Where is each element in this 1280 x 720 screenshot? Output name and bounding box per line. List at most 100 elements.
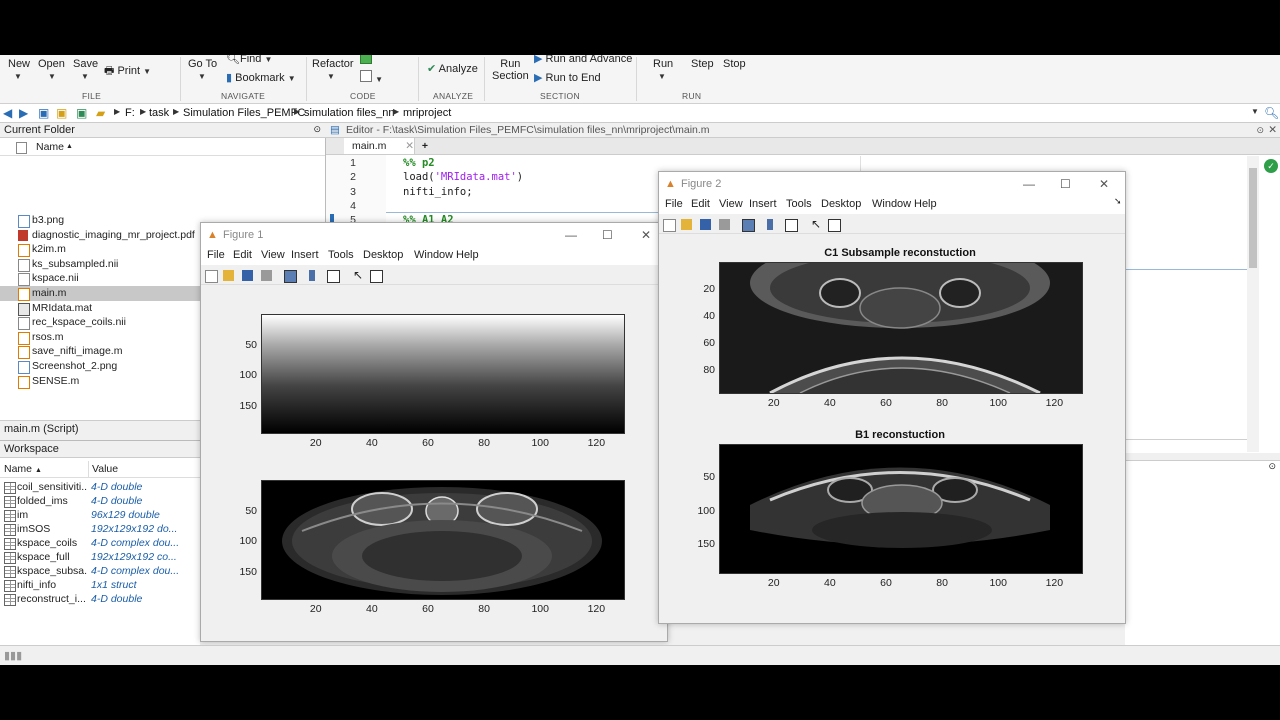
- property-editor-icon[interactable]: [370, 270, 383, 283]
- menu-help[interactable]: Help: [456, 249, 479, 261]
- print-figure-icon[interactable]: [261, 270, 272, 281]
- menu-edit[interactable]: Edit: [691, 198, 710, 210]
- file-list-item[interactable]: rsos.m: [0, 330, 200, 345]
- run-advance-button[interactable]: ▶ Run and Advance: [534, 55, 632, 65]
- print-button[interactable]: 🖶 Print ▼: [104, 62, 151, 81]
- panel-menu-icon[interactable]: ⊙: [1256, 123, 1264, 137]
- pointer-icon[interactable]: ↖: [353, 268, 363, 282]
- run-to-end-button[interactable]: ▶ Run to End: [534, 71, 601, 84]
- axes-2-image[interactable]: [261, 480, 625, 600]
- menu-window[interactable]: Window: [872, 198, 911, 210]
- workspace-variable-row[interactable]: imSOS 192x129x192 do...: [0, 522, 200, 536]
- panel-menu-icon[interactable]: ⊙: [1268, 461, 1276, 472]
- new-figure-icon[interactable]: [663, 219, 676, 232]
- stop-button[interactable]: Stop: [723, 58, 746, 70]
- workspace-variable-row[interactable]: folded_ims 4-D double: [0, 494, 200, 508]
- close-icon[interactable]: ✕: [641, 223, 651, 247]
- file-list-item[interactable]: SENSE.m: [0, 374, 200, 389]
- pointer-icon[interactable]: ↖: [811, 217, 821, 231]
- workspace-variable-row[interactable]: kspace_subsa... 4-D complex dou...: [0, 564, 200, 578]
- bookmark-button[interactable]: ▮ Bookmark ▼: [226, 71, 296, 84]
- workspace-variable-row[interactable]: coil_sensitiviti... 4-D double: [0, 480, 200, 494]
- save-figure-icon[interactable]: [700, 219, 711, 230]
- dock-arrow-icon[interactable]: ➘: [1114, 196, 1122, 207]
- code-line[interactable]: nifti_info;: [403, 186, 473, 198]
- menu-insert[interactable]: Insert: [291, 249, 319, 261]
- menu-file[interactable]: File: [665, 198, 683, 210]
- colorbar-icon[interactable]: [309, 270, 315, 281]
- close-tab-icon[interactable]: ✕: [405, 138, 414, 154]
- menu-view[interactable]: View: [719, 198, 743, 210]
- file-list-item[interactable]: kspace.nii: [0, 271, 200, 287]
- file-list-item[interactable]: diagnostic_imaging_mr_project.pdf: [0, 228, 200, 243]
- forward-arrow-icon[interactable]: ▶: [19, 106, 28, 120]
- workspace-variable-row[interactable]: nifti_info 1x1 struct: [0, 578, 200, 592]
- minimize-icon[interactable]: —: [565, 223, 577, 247]
- code-line[interactable]: load('MRIdata.mat'): [403, 171, 523, 183]
- run-section-button[interactable]: Run Section: [492, 58, 529, 82]
- workspace-variable-row[interactable]: kspace_full 192x129x192 co...: [0, 550, 200, 564]
- file-list-item[interactable]: save_nifti_image.m: [0, 344, 200, 360]
- analyze-button[interactable]: ✔ Analyze: [427, 62, 478, 75]
- file-list-item[interactable]: MRIdata.mat: [0, 301, 200, 316]
- axes-1-image[interactable]: [261, 314, 625, 434]
- refresh-icon[interactable]: ▣: [76, 106, 87, 120]
- command-window[interactable]: ⊙: [1125, 460, 1280, 646]
- menu-insert[interactable]: Insert: [749, 198, 777, 210]
- file-list-item[interactable]: b3.png: [0, 213, 200, 228]
- column-header-name[interactable]: Name: [36, 139, 64, 155]
- axes-2-image[interactable]: [719, 444, 1083, 574]
- minimize-icon[interactable]: —: [1023, 172, 1035, 196]
- link-plot-icon[interactable]: [742, 219, 755, 232]
- chevron-down-icon[interactable]: ▼: [1251, 107, 1259, 116]
- code-line[interactable]: %% p2: [403, 157, 435, 169]
- save-button[interactable]: Save ▼: [73, 58, 98, 82]
- crumb-drive[interactable]: F:: [125, 107, 135, 119]
- close-icon[interactable]: ✕: [1099, 172, 1109, 196]
- colorbar-icon[interactable]: [767, 219, 773, 230]
- open-button[interactable]: Open ▼: [38, 58, 65, 82]
- menu-help[interactable]: Help: [914, 198, 937, 210]
- browse-folder-icon[interactable]: ▣: [56, 106, 67, 120]
- maximize-icon[interactable]: ☐: [1060, 172, 1071, 196]
- vertical-scrollbar[interactable]: [1247, 156, 1259, 452]
- code-tool-icon[interactable]: [360, 55, 372, 67]
- ws-column-value[interactable]: Value: [88, 461, 201, 478]
- crumb-simulation-files-nn[interactable]: simulation files_nn: [304, 107, 395, 119]
- ws-column-name[interactable]: Name ▲: [0, 461, 88, 478]
- file-list-item[interactable]: main.m: [0, 286, 200, 301]
- maximize-icon[interactable]: ☐: [602, 223, 613, 247]
- save-figure-icon[interactable]: [242, 270, 253, 281]
- menu-desktop[interactable]: Desktop: [821, 198, 861, 210]
- new-figure-icon[interactable]: [205, 270, 218, 283]
- search-icon[interactable]: 🔍︎: [1264, 106, 1279, 120]
- print-figure-icon[interactable]: [719, 219, 730, 230]
- open-file-icon[interactable]: [681, 219, 692, 230]
- crumb-task[interactable]: task: [149, 107, 169, 119]
- refactor-button[interactable]: Refactor ▼: [312, 58, 354, 82]
- menu-tools[interactable]: Tools: [328, 249, 354, 261]
- tab-main-m[interactable]: main.m ✕: [344, 138, 415, 154]
- workspace-variable-row[interactable]: im 96x129 double: [0, 508, 200, 522]
- workspace-variable-row[interactable]: kspace_coils 4-D complex dou...: [0, 536, 200, 550]
- property-editor-icon[interactable]: [828, 219, 841, 232]
- link-plot-icon[interactable]: [284, 270, 297, 283]
- file-list-item[interactable]: k2im.m: [0, 242, 200, 258]
- file-list-item[interactable]: ks_subsampled.nii: [0, 257, 200, 272]
- close-icon[interactable]: ✕: [1268, 123, 1277, 137]
- axes-1-image[interactable]: [719, 262, 1083, 394]
- run-button[interactable]: Run ▼: [653, 58, 673, 82]
- add-tab-button[interactable]: +: [416, 138, 434, 154]
- up-folder-icon[interactable]: ▣: [38, 106, 49, 120]
- workspace-variable-row[interactable]: reconstruct_i... 4-D double: [0, 592, 200, 606]
- crumb-mriproject[interactable]: mriproject: [403, 107, 451, 119]
- format-icon[interactable]: ▼: [360, 70, 383, 85]
- menu-file[interactable]: File: [207, 249, 225, 261]
- panel-menu-icon[interactable]: ⊙: [313, 124, 321, 135]
- scrollbar-thumb[interactable]: [1249, 168, 1257, 268]
- step-button[interactable]: Step: [691, 58, 714, 70]
- goto-button[interactable]: Go To ▼: [188, 58, 217, 82]
- crumb-simulation-files[interactable]: Simulation Files_PEMFC: [183, 107, 305, 119]
- file-list-item[interactable]: Screenshot_2.png: [0, 359, 200, 374]
- open-file-icon[interactable]: [223, 270, 234, 281]
